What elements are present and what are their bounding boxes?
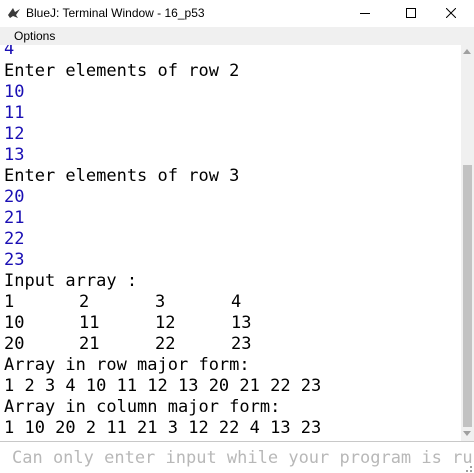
array-cell: 4 xyxy=(231,292,242,312)
terminal-line: 12 xyxy=(4,124,25,144)
array-row: 1 2 3 4 xyxy=(4,292,444,313)
terminal-line: Input array : xyxy=(4,271,138,291)
terminal-line: 22 xyxy=(4,229,25,249)
minimize-button[interactable] xyxy=(342,0,388,26)
bluej-bird-icon xyxy=(8,8,20,18)
maximize-icon xyxy=(406,8,416,18)
terminal-line: 10 xyxy=(4,82,25,102)
scroll-up-arrow-icon[interactable] xyxy=(463,49,471,54)
terminal-line: 1 2 3 4 10 11 12 13 20 21 22 23 xyxy=(4,376,322,396)
vertical-scrollbar[interactable] xyxy=(461,45,474,441)
array-cell: 11 xyxy=(79,313,100,333)
terminal-line: Enter elements of row 2 xyxy=(4,61,240,81)
resize-grip-icon[interactable] xyxy=(458,458,474,473)
terminal-line: 21 xyxy=(4,208,25,228)
array-cell: 22 xyxy=(155,334,176,354)
terminal-output[interactable]: 4 Enter elements of row 2 10 11 12 13 En… xyxy=(0,45,461,441)
scroll-down-arrow-icon[interactable] xyxy=(463,431,471,436)
array-row: 10 11 12 13 xyxy=(4,313,444,334)
terminal-line: Enter elements of row 3 xyxy=(4,166,240,186)
terminal-line: Array in row major form: xyxy=(4,355,250,375)
menu-bar: Options xyxy=(0,27,474,45)
terminal-line: 23 xyxy=(4,250,25,270)
array-row: 20 21 22 23 xyxy=(4,334,444,355)
array-cell: 3 xyxy=(155,292,166,312)
title-bar[interactable]: BlueJ: Terminal Window - 16_p53 xyxy=(0,0,474,26)
close-button[interactable] xyxy=(428,0,474,26)
terminal-line: 13 xyxy=(4,145,25,165)
terminal-line: 4 xyxy=(4,45,15,59)
terminal-line: Array in column major form: xyxy=(4,397,281,417)
terminal-window: BlueJ: Terminal Window - 16_p53 Options … xyxy=(0,0,474,473)
scroll-thumb[interactable] xyxy=(463,165,472,427)
window-title: BlueJ: Terminal Window - 16_p53 xyxy=(26,6,205,20)
array-cell: 1 xyxy=(4,292,15,312)
array-cell: 21 xyxy=(79,334,100,354)
terminal-line: 11 xyxy=(4,103,25,123)
array-cell: 12 xyxy=(155,313,176,333)
menu-options[interactable]: Options xyxy=(14,29,55,43)
array-cell: 20 xyxy=(4,334,25,354)
terminal-line: 1 10 20 2 11 21 3 12 22 4 13 23 xyxy=(4,418,322,438)
terminal-line: 20 xyxy=(4,187,25,207)
array-cell: 23 xyxy=(231,334,252,354)
terminal-input-field[interactable]: Can only enter input while your program … xyxy=(0,441,474,473)
close-icon xyxy=(446,8,456,18)
minimize-icon xyxy=(360,13,370,14)
input-placeholder: Can only enter input while your program … xyxy=(12,448,474,468)
array-cell: 2 xyxy=(79,292,90,312)
array-cell: 13 xyxy=(231,313,252,333)
array-cell: 10 xyxy=(4,313,25,333)
